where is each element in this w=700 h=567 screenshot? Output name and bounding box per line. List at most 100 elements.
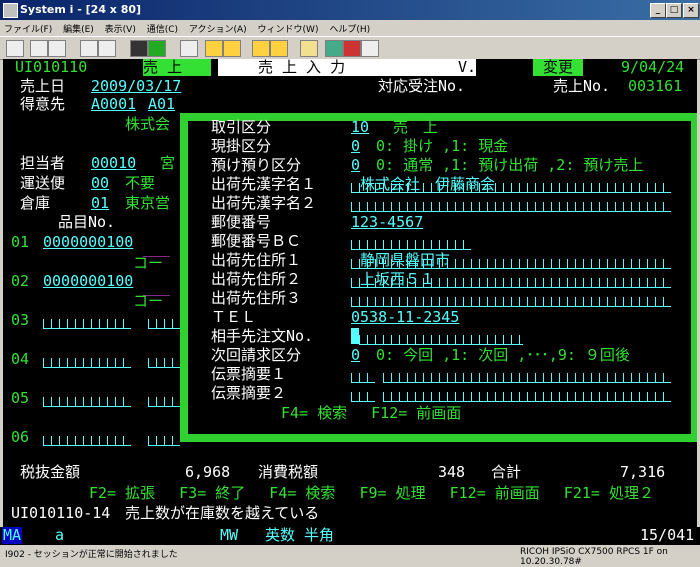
color-icon[interactable] <box>148 40 166 57</box>
macro-play-icon[interactable] <box>205 40 223 57</box>
macro-stop-icon[interactable] <box>270 40 288 57</box>
item-no-field[interactable]: 0000000100 <box>43 234 133 251</box>
addr2-label: 出荷先住所２ <box>211 270 302 288</box>
copy-icon[interactable] <box>30 40 48 57</box>
keyboard-icon[interactable] <box>180 40 198 57</box>
memo1-label: 伝票摘要１ <box>211 365 287 383</box>
kanji1-value: 株式会社 伊藤商会 <box>360 175 496 193</box>
sales-date-label: 売上日 <box>20 77 66 95</box>
deposit-code-field[interactable]: 0 <box>351 157 360 174</box>
zipbc-field[interactable] <box>351 233 471 250</box>
po-field[interactable] <box>359 328 523 345</box>
kanji2-field[interactable] <box>351 195 671 212</box>
minimize-button[interactable]: _ <box>650 3 666 18</box>
status-mw: MW <box>220 526 239 544</box>
globe-icon[interactable] <box>325 40 343 57</box>
addr1-label: 出荷先住所１ <box>211 251 302 269</box>
connect-icon[interactable] <box>361 40 379 57</box>
menu-action[interactable]: アクション(A) <box>185 20 251 37</box>
item-no-field[interactable]: 0000000100 <box>43 273 133 290</box>
kanji1-label: 出荷先漢字名１ <box>211 175 317 193</box>
cash-label: 現掛区分 <box>211 137 272 155</box>
sales-date-field[interactable]: 2009/03/17 <box>91 78 181 95</box>
zip-label: 郵便番号 <box>211 213 272 231</box>
display-icon[interactable] <box>130 40 148 57</box>
addr3-label: 出荷先住所３ <box>211 289 302 307</box>
memo2-field[interactable] <box>383 385 671 402</box>
record-icon[interactable] <box>343 40 361 57</box>
item-sub-field[interactable] <box>148 390 180 407</box>
menu-window[interactable]: ウィンドウ(W) <box>254 20 323 37</box>
row-number: 03 <box>11 311 30 329</box>
text-cursor <box>351 328 359 344</box>
session-status-bar: I902 - セッションが正常に開始されました RICOH IPSiO CX75… <box>0 545 700 567</box>
memo1-code-field[interactable] <box>351 366 375 383</box>
item-sub-field[interactable] <box>148 429 180 446</box>
mode-tag: 変更 <box>533 59 583 76</box>
program-id: UI010110 <box>15 59 88 76</box>
terminal-screen[interactable]: UI010110 売 上 売 上 入 力 V.4 変更 9/04/24 売上日 … <box>3 59 697 527</box>
item-no-field[interactable] <box>43 390 131 407</box>
item-no-field[interactable] <box>43 351 131 368</box>
shipping-name: 不要 <box>125 174 156 192</box>
version-label: V.4 <box>458 59 486 76</box>
app-icon[interactable] <box>3 3 18 18</box>
cash-code-field[interactable]: 0 <box>351 138 360 155</box>
tax-label: 消費税額 <box>258 463 319 481</box>
menu-comm[interactable]: 通信(C) <box>143 20 182 37</box>
paste-icon[interactable] <box>48 40 66 57</box>
macro-edit-icon[interactable] <box>252 40 270 57</box>
printer-session: RICOH IPSiO CX7500 RPCS 1F on 10.20.30.7… <box>520 547 668 567</box>
addr3-field[interactable] <box>351 290 671 307</box>
item-no-field[interactable] <box>43 429 131 446</box>
customer-label: 得意先 <box>20 95 66 113</box>
customer-code-field[interactable]: A0001 <box>91 96 136 113</box>
receive-icon[interactable] <box>98 40 116 57</box>
clipboard-icon[interactable] <box>300 40 318 57</box>
txn-code-field[interactable]: 10 <box>351 119 369 136</box>
pretax-value: 6,968 <box>185 463 231 481</box>
shipping-code-field[interactable]: 00 <box>91 175 109 192</box>
row-number: 02 <box>11 272 30 290</box>
message-code: UI010110-14 <box>11 504 111 522</box>
staff-label: 担当者 <box>20 154 66 172</box>
item-no-field[interactable] <box>43 312 131 329</box>
main-fkeys: F2= 拡張 F3= 終了 F4= 検索 F9= 処理 F12= 前画面 F21… <box>89 484 654 502</box>
po-label: 相手先注文No. <box>211 327 314 345</box>
menu-help[interactable]: ヘルプ(H) <box>325 20 374 37</box>
tel-field[interactable]: 0538-11-2345 <box>351 309 459 326</box>
sales-tag: 売 上 <box>143 59 211 76</box>
customer-branch-field[interactable]: A01 <box>148 96 175 113</box>
memo1-field[interactable] <box>383 366 671 383</box>
pretax-label: 税抜金額 <box>20 463 81 481</box>
total-value: 7,316 <box>620 463 666 481</box>
item-sub-field[interactable] <box>148 351 180 368</box>
staff-code-field[interactable]: 00010 <box>91 155 136 172</box>
nextbill-code-field[interactable]: 0 <box>351 347 360 364</box>
deposit-help: 0: 通常 ,1: 預け出荷 ,2: 預け売上 <box>376 156 644 174</box>
zip-field[interactable]: 123-4567 <box>351 214 423 231</box>
nextbill-help: 0: 今回 ,1: 次回 ,･･･,9: ９回後 <box>376 346 630 364</box>
addr1-value: 静岡県磐田市 <box>360 251 451 269</box>
total-label: 合計 <box>491 463 522 481</box>
warehouse-label: 倉庫 <box>20 194 51 212</box>
warehouse-code-field[interactable]: 01 <box>91 195 109 212</box>
row-number: 05 <box>11 389 30 407</box>
item-sub-field[interactable] <box>148 312 180 329</box>
close-button[interactable]: × <box>683 3 699 18</box>
menu-edit[interactable]: 編集(E) <box>59 20 98 37</box>
nextbill-label: 次回請求区分 <box>211 346 302 364</box>
maximize-button[interactable]: □ <box>666 3 682 18</box>
shipping-label: 運送便 <box>20 174 66 192</box>
send-icon[interactable] <box>80 40 98 57</box>
status-ma: MA <box>2 526 23 544</box>
memo2-code-field[interactable] <box>351 385 375 402</box>
macro-record-icon[interactable] <box>223 40 241 57</box>
message-text: 売上数が在庫数を越えている <box>125 504 320 522</box>
warehouse-name: 東京営 <box>125 194 171 212</box>
sales-no-value: 003161 <box>628 77 683 95</box>
menu-view[interactable]: 表示(V) <box>101 20 140 37</box>
print-icon[interactable] <box>6 40 24 57</box>
menu-file[interactable]: ファイル(F) <box>0 20 56 37</box>
row-number: 06 <box>11 428 30 446</box>
